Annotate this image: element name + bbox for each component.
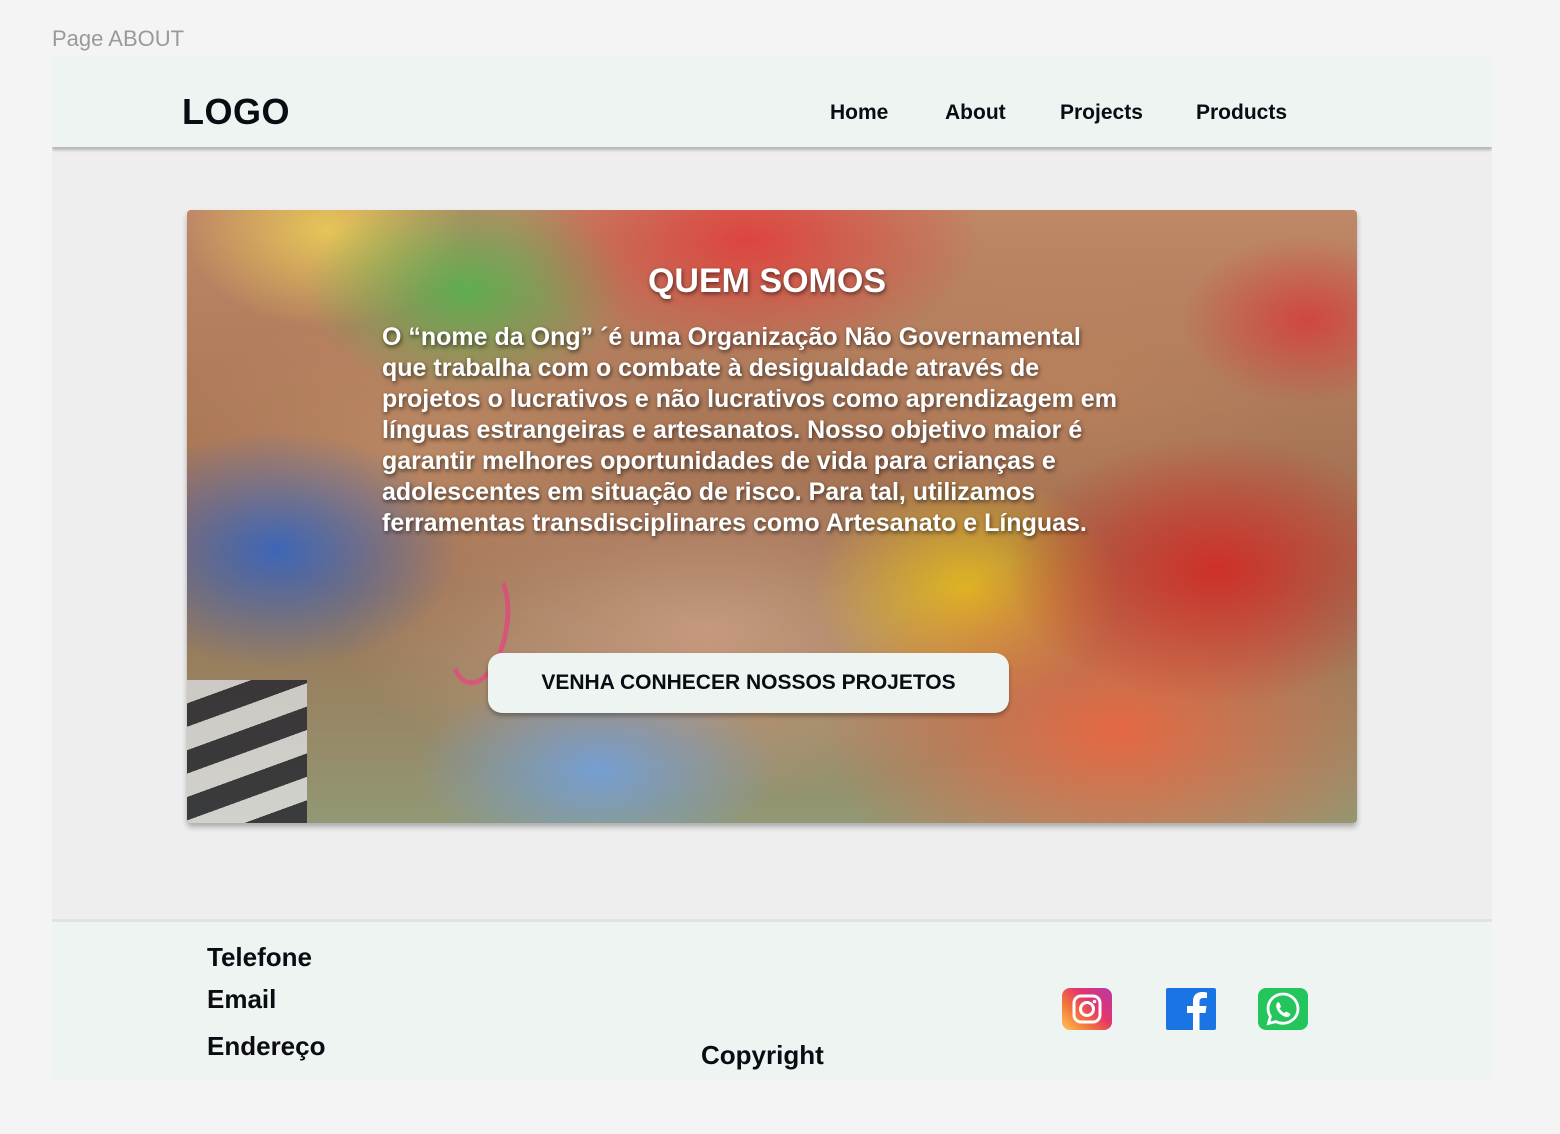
- footer-endereco: Endereço: [207, 1031, 326, 1061]
- nav-projects[interactable]: Projects: [1060, 101, 1143, 125]
- hero-description: O “nome da Ong” ´é uma Organização Não G…: [382, 323, 1117, 537]
- page-label: Page ABOUT: [52, 26, 185, 51]
- nav-home[interactable]: Home: [830, 101, 888, 125]
- nav-about[interactable]: About: [945, 101, 1006, 125]
- footer-copyright: Copyright: [701, 1040, 824, 1070]
- nav-products[interactable]: Products: [1196, 101, 1287, 125]
- page-frame: LOGO Home About Projects Products QUEM S…: [52, 55, 1492, 1079]
- hero-title: QUEM SOMOS: [647, 262, 887, 300]
- instagram-icon[interactable]: [1062, 988, 1112, 1030]
- hero-banner: QUEM SOMOS O “nome da Ong” ´é uma Organi…: [187, 210, 1357, 823]
- footer-email: Email: [207, 984, 277, 1014]
- site-footer: Telefone Email Endereço Copyright: [52, 919, 1492, 1079]
- footer-telefone: Telefone: [207, 942, 312, 972]
- whatsapp-icon[interactable]: [1258, 988, 1308, 1030]
- site-header: LOGO Home About Projects Products: [52, 55, 1492, 147]
- projects-cta-button[interactable]: VENHA CONHECER NOSSOS PROJETOS: [488, 653, 1009, 713]
- logo[interactable]: LOGO: [182, 91, 290, 133]
- facebook-icon[interactable]: [1166, 988, 1216, 1030]
